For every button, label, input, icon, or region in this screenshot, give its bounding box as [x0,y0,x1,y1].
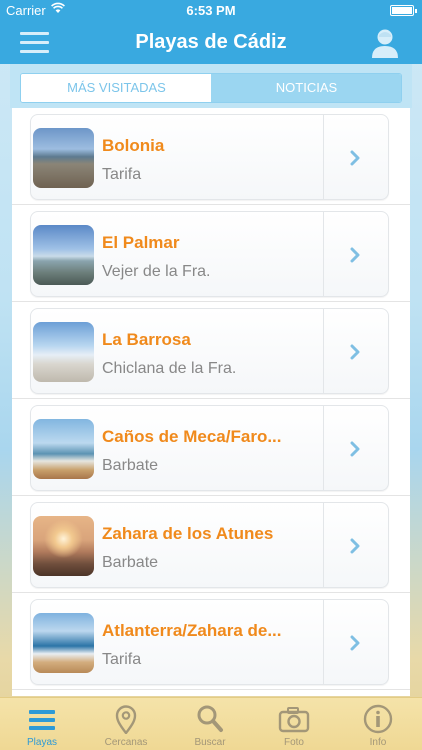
tab-label: Cercanas [104,737,148,748]
beach-card[interactable]: Bolonia Tarifa [30,114,389,200]
page-title: Playas de Cádiz [135,31,287,53]
chevron-right-icon[interactable] [348,247,362,263]
beach-thumbnail [33,419,94,479]
beach-thumbnail [33,225,94,285]
list-item[interactable]: El Palmar Vejer de la Fra. [12,205,410,302]
user-profile-icon[interactable] [370,27,400,59]
beach-card[interactable]: El Palmar Vejer de la Fra. [30,211,389,297]
divider [323,115,324,199]
tab-label: Playas [26,737,57,748]
divider [323,212,324,296]
beach-name: El Palmar [102,233,180,252]
tab-noticias[interactable]: NOTICIAS [211,74,401,102]
beach-name: Bolonia [102,136,165,155]
chevron-right-icon[interactable] [348,344,362,360]
list-item[interactable]: Bolonia Tarifa [12,108,410,205]
beach-name: Caños de Meca/Faro... [102,427,282,446]
beach-town: Barbate [102,457,159,474]
tab-bar: Playas Cercanas Buscar Foto Info [0,697,422,750]
tab-foto[interactable]: Foto [252,698,336,750]
list-item[interactable]: La Barrosa Chiclana de la Fra. [12,302,410,399]
beach-name: Zahara de los Atunes [102,524,274,543]
beach-card[interactable]: Caños de Meca/Faro... Barbate [30,405,389,491]
list-icon [29,710,55,730]
beach-town: Vejer de la Fra. [102,263,211,280]
status-bar: Carrier 6:53 PM [0,0,422,22]
divider [323,503,324,587]
tab-buscar[interactable]: Buscar [168,698,252,750]
list-item[interactable]: Caños de Meca/Faro... Barbate [12,399,410,496]
chevron-right-icon[interactable] [348,538,362,554]
beach-thumbnail [33,128,94,188]
tab-label: Buscar [194,737,226,748]
beach-thumbnail [33,322,94,382]
beach-town: Chiclana de la Fra. [102,360,237,377]
battery-icon [390,5,417,16]
beach-card[interactable]: Zahara de los Atunes Barbate [30,502,389,588]
beach-name: Atlanterra/Zahara de... [102,621,282,640]
tab-label: Info [369,737,387,748]
divider [323,309,324,393]
divider [323,406,324,490]
search-icon [197,705,223,732]
beach-card[interactable]: Atlanterra/Zahara de... Tarifa [30,599,389,685]
beach-list: Bolonia Tarifa El Palmar Vejer de la Fra… [12,108,410,696]
info-icon [363,704,393,734]
segmented-control: MÁS VISITADAS NOTICIAS [20,73,402,103]
beach-card[interactable]: La Barrosa Chiclana de la Fra. [30,308,389,394]
tab-cercanas[interactable]: Cercanas [84,698,168,750]
beach-thumbnail [33,516,94,576]
nav-bar: Playas de Cádiz [0,22,422,64]
tab-label: Foto [283,737,304,748]
chevron-right-icon[interactable] [348,150,362,166]
beach-name: La Barrosa [102,330,191,349]
camera-icon [278,707,310,733]
beach-town: Tarifa [102,166,142,183]
tab-playas[interactable]: Playas [0,698,84,750]
chevron-right-icon[interactable] [348,635,362,651]
tab-info[interactable]: Info [336,698,420,750]
beach-thumbnail [33,613,94,673]
segment-container: MÁS VISITADAS NOTICIAS [10,64,412,108]
clock: 6:53 PM [186,3,236,18]
location-pin-icon [115,705,137,734]
beach-town: Tarifa [102,651,142,668]
list-item[interactable]: Zahara de los Atunes Barbate [12,496,410,593]
chevron-right-icon[interactable] [348,441,362,457]
list-item[interactable]: Atlanterra/Zahara de... Tarifa [12,593,410,690]
tab-mas-visitadas[interactable]: MÁS VISITADAS [21,74,212,102]
divider [323,600,324,684]
beach-town: Barbate [102,554,159,571]
